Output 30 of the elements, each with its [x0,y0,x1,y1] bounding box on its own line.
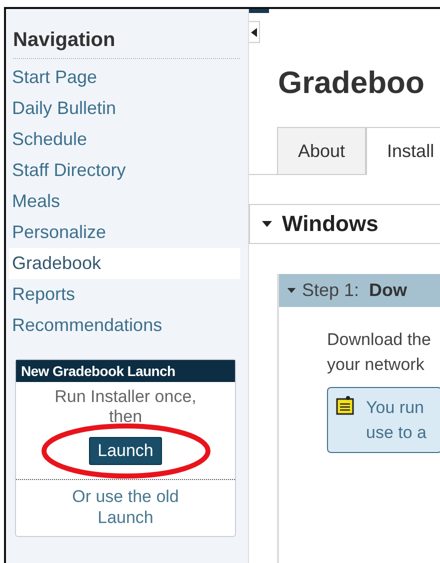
caret-icon [287,288,296,293]
nav-link[interactable]: Reports [9,279,240,310]
left-triangle-icon [250,28,256,36]
notepad-icon [336,395,354,415]
nav-link[interactable]: Recommendations [9,310,240,341]
nav-link[interactable]: Daily Bulletin [9,93,240,124]
step-title: Dow [369,280,408,301]
step-header[interactable]: Step 1: Dow [279,274,440,307]
section-title: Windows [282,211,378,237]
launch-button[interactable]: Launch [88,437,162,465]
collapse-sidebar-button[interactable] [249,21,260,43]
tab[interactable]: About [277,127,366,174]
nav-link[interactable]: Staff Directory [9,155,240,186]
nav-link[interactable]: Gradebook [9,248,240,279]
section-header[interactable]: Windows [249,204,440,244]
nav-link[interactable]: Start Page [9,62,240,93]
nav-link[interactable]: Personalize [9,217,240,248]
tab[interactable]: Install [366,127,440,175]
page-title: Gradeboo [278,65,426,101]
old-launch-link[interactable]: Or use the old Launch [56,486,195,528]
step-label: Step 1: [302,280,360,301]
step-text: Download the your network [327,329,432,376]
instruction-text: Run Installer once, then [54,387,198,427]
nav-link[interactable]: Schedule [9,124,240,155]
nav-link[interactable]: Meals [9,186,240,217]
navigation-heading: Navigation [13,29,240,59]
caret-icon [262,221,272,227]
note-text: You run use to a [366,397,426,444]
top-bar [249,9,269,13]
launch-panel-title: New Gradebook Launch [16,360,235,382]
